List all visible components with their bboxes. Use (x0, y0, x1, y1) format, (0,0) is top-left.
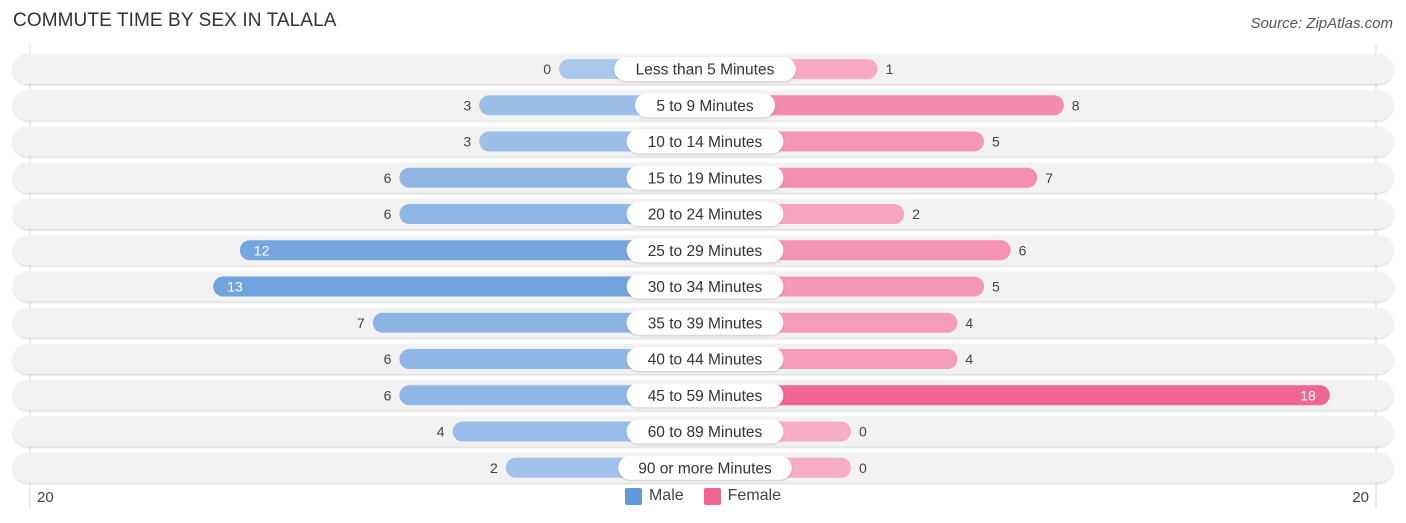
category-label: 40 to 44 Minutes (648, 352, 763, 369)
female-value-label: 2 (912, 206, 920, 222)
chart-svg: 0 1Less than 5 Minutes3 85 to 9 Minutes3 51… (13, 45, 1393, 508)
male-value-label: 3 (463, 97, 471, 113)
legend-item-female[interactable]: Female (703, 487, 782, 505)
legend-label-female: Female (727, 487, 782, 504)
chart-row[interactable]: 12 6 25 to 29 Minutes (13, 235, 1393, 266)
female-value-label: 0 (859, 460, 867, 476)
male-value-label: 6 (384, 170, 392, 186)
chart-row[interactable]: 0 1 Less than 5 Minutes (13, 54, 1393, 84)
male-value-label: 7 (357, 315, 365, 331)
male-value-label: 12 (254, 242, 270, 258)
female-value-label: 4 (965, 315, 973, 331)
chart-row[interactable]: 3 8 5 to 9 Minutes (13, 90, 1393, 121)
category-label: 30 to 34 Minutes (648, 279, 763, 296)
chart-row[interactable]: 6 4 40 to 44 Minutes (13, 344, 1393, 374)
category-label: 90 or more Minutes (638, 460, 772, 477)
chart-row[interactable]: 6 2 20 to 24 Minutes (13, 199, 1393, 229)
legend-swatch-female (703, 487, 721, 505)
female-value-label: 4 (965, 351, 973, 367)
category-label: 35 to 39 Minutes (648, 315, 763, 332)
chart-row[interactable]: 3 5 10 to 14 Minutes (13, 126, 1393, 157)
category-label: 10 to 14 Minutes (648, 134, 763, 151)
category-label: 15 to 19 Minutes (648, 170, 763, 187)
chart-row[interactable]: 6 7 15 to 19 Minutes (13, 162, 1393, 193)
male-value-label: 6 (384, 206, 392, 222)
female-value-label: 1 (886, 61, 894, 77)
male-value-label: 0 (543, 61, 551, 77)
female-value-label: 5 (992, 279, 1000, 295)
female-bar (705, 385, 1330, 406)
male-value-label: 2 (490, 460, 498, 476)
legend-item-male[interactable]: Male (624, 487, 684, 505)
category-label: 45 to 59 Minutes (648, 388, 763, 405)
female-value-label: 0 (859, 424, 867, 440)
male-value-label: 3 (463, 134, 471, 150)
female-value-label: 6 (1019, 242, 1027, 258)
legend: Male Female (0, 487, 1406, 505)
category-label: Less than 5 Minutes (636, 62, 775, 79)
female-value-label: 5 (992, 134, 1000, 150)
category-label: 5 to 9 Minutes (656, 98, 754, 115)
female-value-label: 18 (1300, 387, 1316, 403)
legend-swatch-male (624, 487, 642, 505)
category-label: 25 to 29 Minutes (648, 243, 763, 260)
category-label: 60 to 89 Minutes (648, 424, 763, 441)
chart-row[interactable]: 6 18 45 to 59 Minutes (13, 380, 1393, 411)
male-value-label: 6 (384, 351, 392, 367)
female-value-label: 8 (1072, 97, 1080, 113)
chart-row[interactable]: 7 4 35 to 39 Minutes (13, 307, 1393, 338)
chart-row[interactable]: 2 0 90 or more Minutes (13, 452, 1393, 483)
male-value-label: 13 (227, 279, 243, 295)
chart-row[interactable]: 4 0 60 to 89 Minutes (13, 416, 1393, 447)
legend-label-male: Male (648, 487, 684, 504)
male-value-label: 4 (437, 424, 445, 440)
chart-row[interactable]: 13 5 30 to 34 Minutes (13, 271, 1393, 302)
category-label: 20 to 24 Minutes (648, 207, 763, 224)
female-value-label: 7 (1045, 170, 1053, 186)
male-value-label: 6 (384, 387, 392, 403)
